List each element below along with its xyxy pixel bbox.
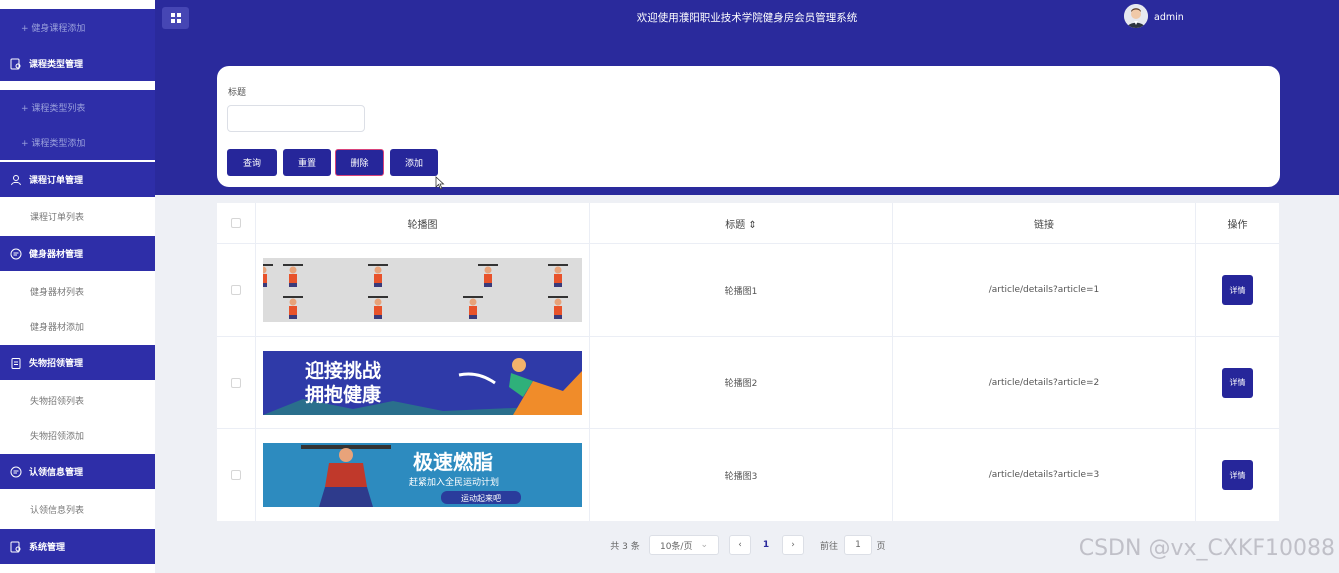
sidebar: + 健身课程添加 课程类型管理 + 课程类型列表 + 课程类型添加 课程订单管理… bbox=[0, 0, 155, 573]
title-field-label: 标题 bbox=[228, 88, 247, 98]
sidebar-item-fitness-course-add[interactable]: + 健身课程添加 bbox=[0, 9, 155, 46]
sidebar-group-label: 课程类型管理 bbox=[29, 60, 84, 70]
row-link: /article/details?article=3 bbox=[893, 429, 1196, 521]
sidebar-item-label: 健身器材列表 bbox=[30, 288, 85, 298]
add-button[interactable]: 添加 bbox=[390, 149, 438, 176]
sidebar-item-label: 失物招领添加 bbox=[30, 432, 85, 442]
goto-page-input[interactable]: 1 bbox=[844, 535, 872, 555]
sidebar-item-equipment-add[interactable]: 健身器材添加 bbox=[0, 309, 155, 344]
sidebar-item-course-order-list[interactable]: 课程订单列表 bbox=[0, 199, 155, 234]
user-icon bbox=[10, 174, 22, 186]
page-size-value: 10条/页 bbox=[659, 541, 693, 552]
chevron-down-icon: ⌄ bbox=[700, 540, 709, 550]
sidebar-item-label: 认领信息列表 bbox=[30, 506, 85, 516]
table-header-row: 轮播图 标题 ⇕ 链接 操作 bbox=[217, 203, 1279, 244]
select-all-checkbox[interactable] bbox=[231, 218, 241, 228]
pagination-total: 共 3 条 bbox=[610, 541, 640, 552]
sidebar-item-label: + 课程类型添加 bbox=[21, 139, 86, 149]
sidebar-group-course-type[interactable]: 课程类型管理 bbox=[0, 46, 155, 81]
sidebar-item-lost-found-list[interactable]: 失物招领列表 bbox=[0, 383, 155, 418]
sidebar-group-course-order[interactable]: 课程订单管理 bbox=[0, 162, 155, 197]
sidebar-group-equipment[interactable]: 健身器材管理 bbox=[0, 236, 155, 271]
sidebar-group-lost-found[interactable]: 失物招领管理 bbox=[0, 345, 155, 380]
sidebar-group-label: 失物招领管理 bbox=[29, 359, 84, 369]
row-checkbox[interactable] bbox=[231, 470, 241, 480]
username[interactable]: admin bbox=[1154, 12, 1184, 23]
sidebar-group-label: 认领信息管理 bbox=[29, 468, 84, 478]
sidebar-item-course-type-list[interactable]: + 课程类型列表 bbox=[0, 90, 155, 125]
sidebar-item-label: 失物招领列表 bbox=[30, 397, 85, 407]
banner-text: 拥抱健康 bbox=[305, 383, 382, 406]
banner-text: 迎接挑战 bbox=[305, 359, 381, 382]
page-unit-label: 页 bbox=[876, 541, 886, 552]
reset-button[interactable]: 重置 bbox=[283, 149, 331, 176]
avatar[interactable] bbox=[1124, 4, 1148, 28]
goto-label: 前往 bbox=[819, 541, 838, 552]
sidebar-item-course-type-add[interactable]: + 课程类型添加 bbox=[0, 125, 155, 160]
row-title: 轮播图2 bbox=[590, 337, 893, 428]
chat-bubble-icon bbox=[10, 466, 22, 478]
search-panel: 标题 查询 重置 删除 添加 bbox=[217, 66, 1280, 187]
column-header-title[interactable]: 标题 ⇕ bbox=[590, 203, 893, 243]
sidebar-group-claim-info[interactable]: 认领信息管理 bbox=[0, 454, 155, 489]
page-number-current[interactable]: 1 bbox=[756, 535, 776, 555]
sidebar-item-label: + 课程类型列表 bbox=[21, 104, 86, 114]
row-link: /article/details?article=1 bbox=[893, 244, 1196, 336]
detail-button[interactable]: 详情 bbox=[1222, 275, 1253, 305]
sidebar-item-lost-found-add[interactable]: 失物招领添加 bbox=[0, 418, 155, 453]
banner-image-3: 极速燃脂 赶紧加入全民运动计划 运动起来吧 bbox=[263, 443, 582, 507]
sidebar-group-label: 课程订单管理 bbox=[29, 176, 84, 186]
prev-page-button[interactable]: ‹ bbox=[729, 535, 751, 555]
title-search-input[interactable] bbox=[227, 105, 365, 132]
column-header-banner: 轮播图 bbox=[256, 203, 590, 243]
sidebar-group-label: 健身器材管理 bbox=[29, 250, 84, 260]
banner-text: 极速燃脂 bbox=[413, 450, 493, 474]
sidebar-item-label: + 健身课程添加 bbox=[21, 24, 86, 34]
row-title: 轮播图3 bbox=[590, 429, 893, 521]
banner-text: 赶紧加入全民运动计划 bbox=[409, 476, 499, 488]
clipboard-icon bbox=[10, 357, 22, 369]
column-header-link: 链接 bbox=[893, 203, 1196, 243]
query-button[interactable]: 查询 bbox=[227, 149, 277, 176]
row-checkbox[interactable] bbox=[231, 285, 241, 295]
row-checkbox[interactable] bbox=[231, 377, 241, 388]
page-size-select[interactable]: 10条/页 ⌄ bbox=[649, 535, 719, 555]
chat-bubble-icon bbox=[10, 248, 22, 260]
delete-button[interactable]: 删除 bbox=[335, 149, 384, 176]
sidebar-item-label: 健身器材添加 bbox=[30, 323, 85, 333]
row-title: 轮播图1 bbox=[590, 244, 893, 336]
banner-table: 轮播图 标题 ⇕ 链接 操作 轮播图1 /article/details?art… bbox=[217, 203, 1279, 521]
sidebar-item-label: 课程订单列表 bbox=[30, 213, 85, 223]
doc-search-icon bbox=[10, 58, 22, 70]
detail-button[interactable]: 详情 bbox=[1222, 367, 1253, 398]
banner-text: 运动起来吧 bbox=[461, 493, 501, 503]
column-header-actions: 操作 bbox=[1227, 219, 1248, 231]
table-row: 极速燃脂 赶紧加入全民运动计划 运动起来吧 轮播图3 /article/deta… bbox=[217, 429, 1279, 521]
banner-image-2: 迎接挑战 拥抱健康 bbox=[263, 350, 582, 415]
sidebar-item-claim-info-list[interactable]: 认领信息列表 bbox=[0, 492, 155, 527]
next-page-button[interactable]: › bbox=[782, 535, 804, 555]
table-row: 轮播图1 /article/details?article=1 详情 bbox=[217, 244, 1279, 337]
mouse-cursor-icon bbox=[435, 176, 445, 190]
row-link: /article/details?article=2 bbox=[893, 337, 1196, 428]
table-row: 迎接挑战 拥抱健康 轮播图2 /article/details?article=… bbox=[217, 337, 1279, 429]
watermark: CSDN @vx_CXKF10088 bbox=[1078, 536, 1335, 561]
detail-button[interactable]: 详情 bbox=[1222, 460, 1253, 490]
banner-image-1 bbox=[263, 258, 582, 322]
sidebar-item-equipment-list[interactable]: 健身器材列表 bbox=[0, 274, 155, 309]
